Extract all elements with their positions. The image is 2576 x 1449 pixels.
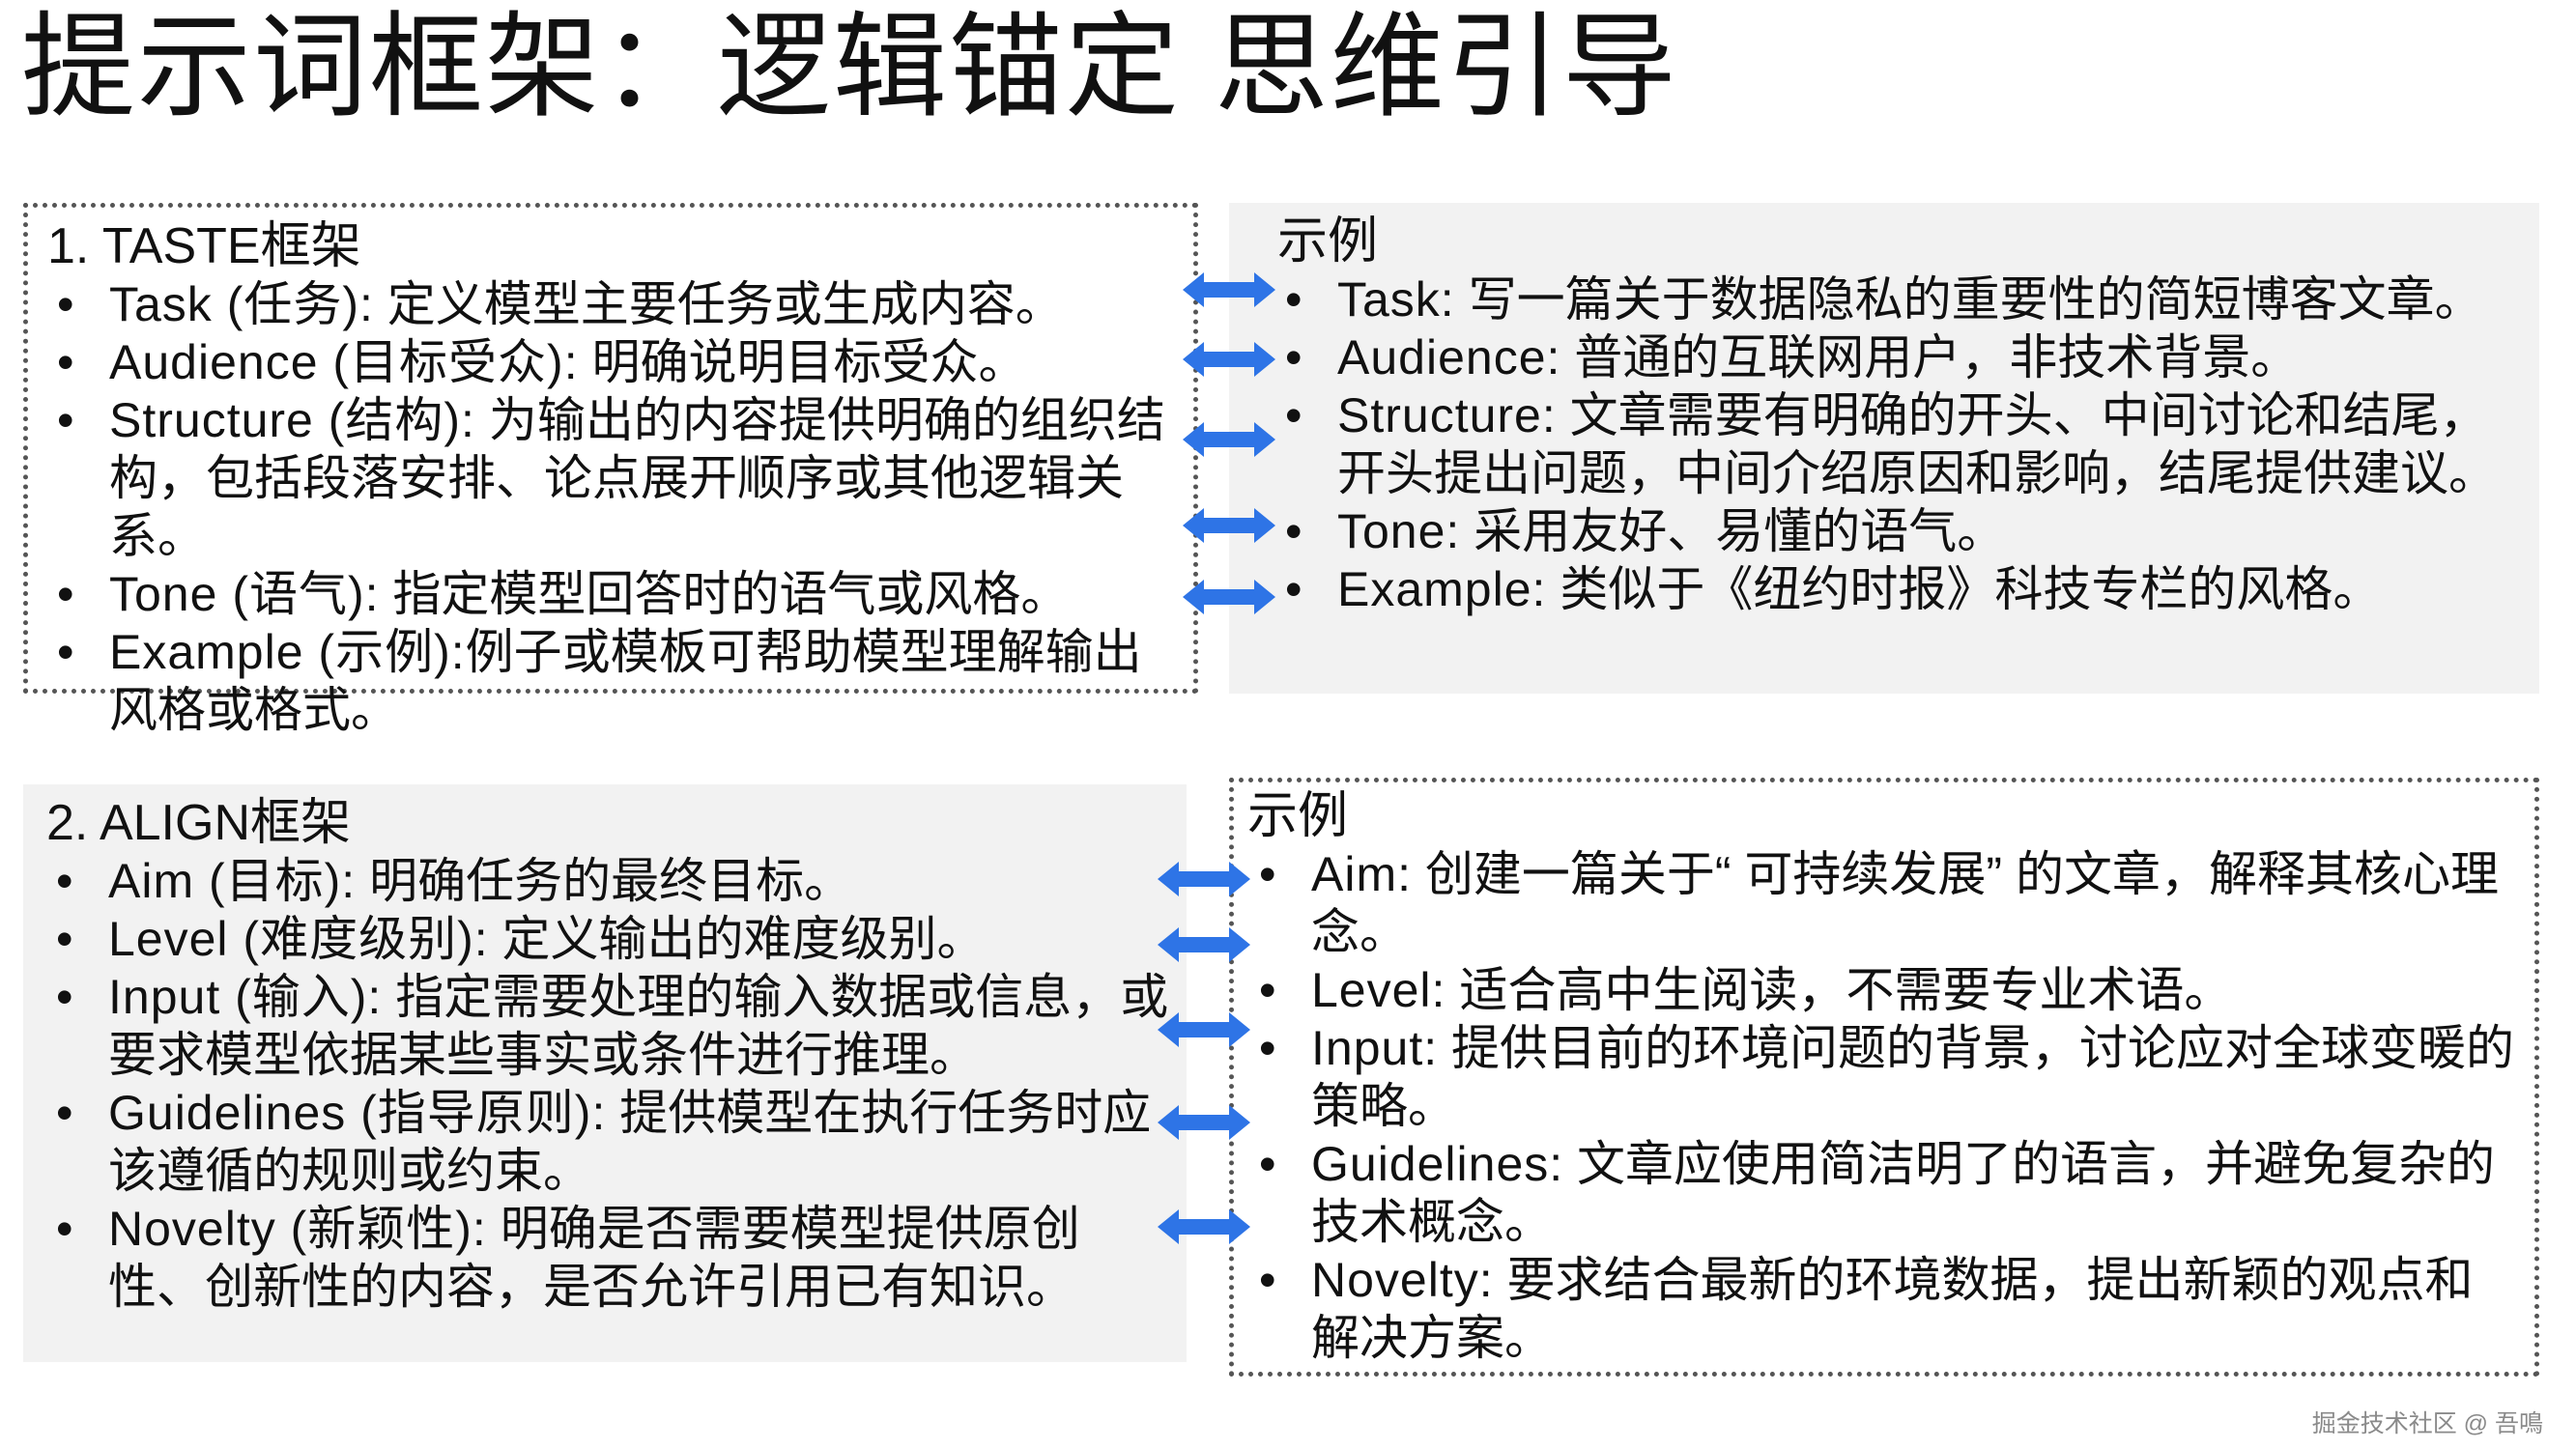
align-item-novelty: • Novelty (新颖性): 明确是否需要模型提供原创性、创新性的内容，是否允… (56, 1200, 1171, 1316)
double-arrow-icon (1183, 422, 1275, 457)
item-label: Tone: (1337, 504, 1461, 558)
taste-example-example: • Example: 类似于《纽约时报》科技专栏的风格。 (1285, 560, 2521, 618)
bullet: • (57, 277, 74, 331)
page-title: 提示词框架：逻辑锚定 思维引导 (21, 4, 1678, 131)
taste-item-example: • Example (示例):例子或模板可帮助模型理解输出风格或格式。 (57, 623, 1177, 739)
taste-heading: 1. TASTE框架 (47, 218, 361, 274)
bullet: • (56, 1086, 73, 1140)
align-example-heading: 示例 (1247, 788, 1349, 844)
taste-framework-panel: 1. TASTE框架 • Task (任务): 定义模型主要任务或生成内容。 • A… (23, 203, 1198, 737)
item-label: Task: (1337, 272, 1455, 327)
taste-example-tone: • Tone: 采用友好、易懂的语气。 (1285, 502, 2521, 560)
watermark: 掘金技术社区 @ 吾鳴 (2311, 1410, 2543, 1437)
bullet: • (1285, 330, 1302, 384)
item-label: Example: (1337, 562, 1547, 616)
align-example-level: • Level: 适合高中生阅读，不需要专业术语。 (1259, 961, 2519, 1019)
align-heading: 2. ALIGN框架 (46, 795, 351, 851)
taste-list: • Task (任务): 定义模型主要任务或生成内容。 • Audience (目标… (57, 275, 1177, 739)
bullet: • (56, 912, 73, 966)
bullet: • (1285, 562, 1302, 616)
item-text: 指定模型回答时的语气或风格。 (379, 567, 1070, 621)
bullet: • (56, 970, 73, 1024)
taste-item-tone: • Tone (语气): 指定模型回答时的语气或风格。 (57, 565, 1177, 623)
item-text: 明确任务的最终目标。 (356, 854, 853, 908)
item-label: Audience: (1337, 330, 1561, 384)
bullet: • (56, 1202, 73, 1256)
item-label: Audience (目标受众): (109, 335, 579, 389)
double-arrow-icon (1158, 1012, 1250, 1047)
item-text: 写一篇关于数据隐私的重要性的简短博客文章。 (1454, 272, 2483, 327)
item-label: Structure (结构): (109, 393, 475, 447)
align-item-input: • Input (输入): 指定需要处理的输入数据或信息，或要求模型依据某些事实或… (56, 968, 1171, 1084)
bullet: • (57, 335, 74, 389)
item-text: 创建一篇关于“ 可持续发展” 的文章，解释其核心理念。 (1311, 847, 2499, 959)
item-label: Guidelines (指导原则): (108, 1086, 607, 1140)
bullet: • (1259, 1253, 1276, 1307)
taste-example-task: • Task: 写一篇关于数据隐私的重要性的简短博客文章。 (1285, 270, 2521, 328)
taste-example-structure: • Structure: 文章需要有明确的开头、中间讨论和结尾，开头提出问题，中间… (1285, 386, 2521, 502)
bullet: • (57, 393, 74, 447)
taste-example-heading: 示例 (1277, 213, 1379, 270)
item-label: Input (输入): (108, 970, 383, 1024)
item-label: Structure: (1337, 388, 1557, 442)
double-arrow-icon (1158, 862, 1250, 896)
bullet: • (1285, 504, 1302, 558)
bullet: • (57, 625, 74, 679)
item-label: Aim (目标): (108, 854, 357, 908)
double-arrow-icon (1183, 508, 1275, 543)
align-item-guidelines: • Guidelines (指导原则): 提供模型在执行任务时应该遵循的规则或约束… (56, 1084, 1171, 1200)
item-label: Input: (1311, 1021, 1439, 1075)
align-example-list: • Aim: 创建一篇关于“ 可持续发展” 的文章，解释其核心理念。 • Level… (1259, 845, 2519, 1367)
item-text: 普通的互联网用户，非技术背景。 (1560, 330, 2300, 384)
item-label: Level (难度级别): (108, 912, 489, 966)
align-example-novelty: • Novelty: 要求结合最新的环境数据，提出新颖的观点和解决方案。 (1259, 1251, 2519, 1367)
double-arrow-icon (1183, 272, 1275, 307)
bullet: • (57, 567, 74, 621)
item-text: 提供目前的环境问题的背景，讨论应对全球变暖的策略。 (1311, 1021, 2514, 1133)
double-arrow-icon (1183, 342, 1275, 377)
item-label: Example (示例): (109, 625, 466, 679)
bullet: • (1285, 272, 1302, 327)
taste-item-task: • Task (任务): 定义模型主要任务或生成内容。 (57, 275, 1177, 333)
bullet: • (1259, 1137, 1276, 1191)
taste-item-structure: • Structure (结构): 为输出的内容提供明确的组织结构，包括段落安排、… (57, 391, 1177, 565)
item-label: Guidelines: (1311, 1137, 1564, 1191)
align-example-panel: 示例 • Aim: 创建一篇关于“ 可持续发展” 的文章，解释其核心理念。 • Le… (1229, 778, 2539, 1377)
item-label: Tone (语气): (109, 567, 380, 621)
double-arrow-icon (1158, 927, 1250, 962)
align-example-aim: • Aim: 创建一篇关于“ 可持续发展” 的文章，解释其核心理念。 (1259, 845, 2519, 961)
item-label: Task (任务): (109, 277, 374, 331)
item-text: 定义模型主要任务或生成内容。 (373, 277, 1064, 331)
double-arrow-icon (1158, 1105, 1250, 1140)
align-item-level: • Level (难度级别): 定义输出的难度级别。 (56, 910, 1171, 968)
item-label: Level: (1311, 963, 1446, 1017)
item-label: Aim: (1311, 847, 1412, 901)
item-text: 类似于《纽约时报》科技专栏的风格。 (1546, 562, 2382, 616)
taste-example-panel: 示例 • Task: 写一篇关于数据隐私的重要性的简短博客文章。 • Audienc… (1229, 203, 2539, 694)
item-text: 明确说明目标受众。 (578, 335, 1027, 389)
bullet: • (1259, 847, 1276, 901)
bullet: • (1259, 963, 1276, 1017)
item-text: 定义输出的难度级别。 (488, 912, 986, 966)
item-text: 采用友好、易懂的语气。 (1460, 504, 2006, 558)
item-text: 适合高中生阅读，不需要专业术语。 (1445, 963, 2233, 1017)
bullet: • (1259, 1021, 1276, 1075)
taste-example-list: • Task: 写一篇关于数据隐私的重要性的简短博客文章。 • Audience: … (1285, 270, 2521, 618)
align-framework-panel: 2. ALIGN框架 • Aim (目标): 明确任务的最终目标。 • Level … (23, 784, 1187, 1362)
item-label: Novelty (新颖性): (108, 1202, 487, 1256)
align-example-input: • Input: 提供目前的环境问题的背景，讨论应对全球变暖的策略。 (1259, 1019, 2519, 1135)
double-arrow-icon (1158, 1209, 1250, 1244)
align-example-guidelines: • Guidelines: 文章应使用简洁明了的语言，并避免复杂的技术概念。 (1259, 1135, 2519, 1251)
align-list: • Aim (目标): 明确任务的最终目标。 • Level (难度级别): 定义输… (56, 852, 1171, 1316)
bullet: • (1285, 388, 1302, 442)
align-item-aim: • Aim (目标): 明确任务的最终目标。 (56, 852, 1171, 910)
bullet: • (56, 854, 73, 908)
item-label: Novelty: (1311, 1253, 1494, 1307)
double-arrow-icon (1183, 580, 1275, 614)
taste-item-audience: • Audience (目标受众): 明确说明目标受众。 (57, 333, 1177, 391)
taste-example-audience: • Audience: 普通的互联网用户，非技术背景。 (1285, 328, 2521, 386)
